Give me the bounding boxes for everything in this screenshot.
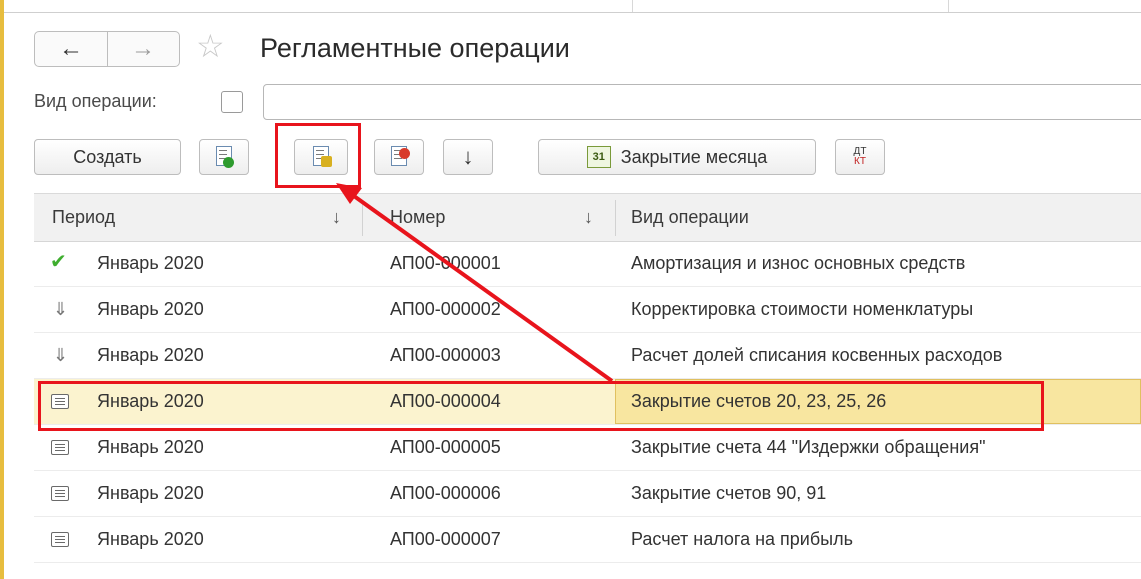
- annotation-arrow: [336, 183, 614, 383]
